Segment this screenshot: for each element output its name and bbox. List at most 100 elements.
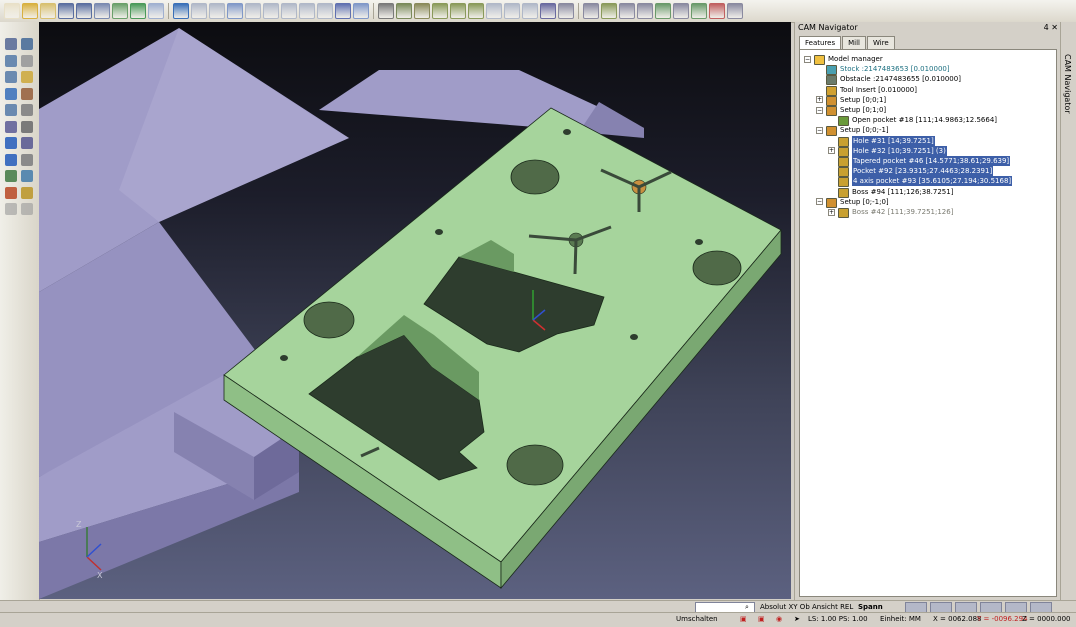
cube-icon[interactable] (691, 3, 707, 19)
cylinder-icon[interactable] (353, 3, 369, 19)
tree-expander[interactable]: − (804, 55, 811, 63)
frame-icon[interactable] (21, 153, 33, 166)
tree-expander[interactable]: − (816, 126, 823, 134)
model-view[interactable]: Z X (39, 22, 791, 599)
rotate-icon[interactable] (173, 3, 189, 19)
tab-mill[interactable]: Mill (842, 36, 866, 49)
absolut-field[interactable]: Absolut XY Ob (760, 602, 810, 612)
tab-wire[interactable]: Wire (866, 36, 895, 49)
magnifier-icon[interactable]: ⌕ (745, 602, 749, 612)
status-icon[interactable]: ➤ (794, 614, 800, 624)
umschalten-button[interactable]: Umschalten (676, 614, 718, 624)
cylinder-icon[interactable] (317, 3, 333, 19)
cam-navigator-side-tab[interactable]: CAM Navigator (1060, 22, 1076, 600)
status-icon[interactable]: ▣ (740, 614, 747, 624)
shape-icon[interactable] (5, 104, 17, 116)
cylinder-icon[interactable] (191, 3, 207, 19)
shield-icon[interactable] (540, 3, 556, 19)
cylinder-icon[interactable] (335, 3, 351, 19)
rect-icon[interactable] (5, 71, 17, 83)
cube-icon[interactable] (5, 120, 17, 133)
status-icon[interactable]: ◉ (776, 614, 782, 624)
save-all-icon[interactable] (76, 3, 92, 19)
pencil-icon[interactable] (21, 87, 33, 100)
tree-item[interactable]: Stock :2147483653 [0.010000] (826, 64, 950, 76)
tree-expander[interactable]: − (816, 106, 823, 114)
cross-icon[interactable] (21, 38, 33, 50)
save-icon[interactable] (58, 3, 74, 19)
globe-icon[interactable] (130, 3, 146, 19)
cylinder-icon[interactable] (486, 3, 502, 19)
forward-arrow-icon[interactable] (21, 203, 33, 215)
cylinder-icon[interactable] (227, 3, 243, 19)
operation-icon[interactable] (450, 3, 466, 19)
back-arrow-icon[interactable] (5, 203, 17, 215)
probe-icon[interactable] (5, 153, 17, 166)
tree-expander[interactable]: − (816, 198, 823, 206)
tree-item[interactable]: Boss #94 [111;126;38.7251] (838, 187, 953, 198)
status-icon[interactable]: ▣ (758, 614, 765, 624)
tree-item[interactable]: Setup [0;0;-1] (826, 125, 889, 137)
cylinder-icon[interactable] (281, 3, 297, 19)
3d-viewport[interactable]: Z X (39, 22, 791, 599)
operation-icon[interactable] (468, 3, 484, 19)
bucket-icon[interactable] (5, 170, 17, 182)
open-folder-icon[interactable] (22, 3, 38, 19)
cube-icon[interactable] (558, 3, 574, 19)
tree-item[interactable]: Tapered pocket #46 [14.5771;38.61;29.639… (838, 156, 1011, 167)
tree-item[interactable]: Model manager (814, 54, 883, 65)
cube-icon[interactable] (601, 3, 617, 19)
wand-icon[interactable] (5, 87, 17, 100)
cylinder-icon[interactable] (209, 3, 225, 19)
tree-expander[interactable]: + (828, 208, 835, 216)
tree-item[interactable]: Hole #31 [14;39.7251] (838, 135, 935, 147)
cube-icon[interactable] (583, 3, 599, 19)
cylinder-icon[interactable] (263, 3, 279, 19)
cube-icon[interactable] (637, 3, 653, 19)
print-icon[interactable] (94, 3, 110, 19)
cube-icon[interactable] (21, 120, 33, 133)
export-icon[interactable] (112, 3, 128, 19)
cube-icon[interactable] (709, 3, 725, 19)
tree-item[interactable]: Open pocket #18 [111;14.9863;12.5664] (838, 115, 997, 127)
pen-icon[interactable] (21, 186, 33, 199)
cube-icon[interactable] (619, 3, 635, 19)
tools-icon[interactable] (396, 3, 412, 19)
tree-item[interactable]: Boss #42 [111;39.7251;126] (838, 207, 953, 218)
tree-item[interactable]: Setup [0;-1;0] (826, 197, 889, 208)
cube-icon[interactable] (655, 3, 671, 19)
cylinder-icon[interactable] (522, 3, 538, 19)
new-file-icon[interactable] (4, 3, 20, 19)
tree-expander[interactable]: + (816, 96, 823, 104)
tree-item[interactable]: Tool Insert [0.010000] (826, 85, 917, 96)
select-icon[interactable] (5, 38, 17, 50)
tree-item[interactable]: 4 axis pocket #93 [35.6105;27.194;30.516… (838, 176, 1013, 188)
panel-close-icon[interactable]: 4 ✕ (1044, 22, 1058, 34)
photo-icon[interactable] (5, 186, 17, 199)
spann-field[interactable]: Spann (858, 602, 883, 612)
tree-item[interactable]: Setup [0;0;1] (826, 95, 886, 106)
cube-icon[interactable] (727, 3, 743, 19)
view-icon[interactable] (148, 3, 164, 19)
operation-icon[interactable] (432, 3, 448, 19)
edit-icon[interactable] (21, 54, 33, 67)
cube-icon[interactable] (21, 137, 33, 149)
open-icon[interactable] (40, 3, 56, 19)
tab-features[interactable]: Features (799, 36, 842, 49)
cylinder-icon[interactable] (504, 3, 520, 19)
ansicht-field[interactable]: Ansicht REL (812, 602, 853, 612)
cube-icon[interactable] (673, 3, 689, 19)
cylinder-icon[interactable] (245, 3, 261, 19)
line-icon[interactable] (21, 104, 33, 116)
note-icon[interactable] (21, 71, 33, 83)
loop-icon[interactable] (5, 137, 17, 149)
tree-expander[interactable]: + (828, 147, 835, 155)
cylinder-icon[interactable] (299, 3, 315, 19)
tree-item[interactable]: Obstacle :2147483655 [0.010000] (826, 74, 961, 86)
tree-item[interactable]: Pocket #92 [23.9315;27.4463;28.2391] (838, 166, 994, 178)
resize-icon[interactable] (5, 54, 17, 67)
sweep-icon[interactable] (21, 170, 33, 182)
layers-icon[interactable] (378, 3, 394, 19)
tree-item[interactable]: Hole #32 [10;39.7251] (3) (838, 145, 947, 157)
operation-icon[interactable] (414, 3, 430, 19)
